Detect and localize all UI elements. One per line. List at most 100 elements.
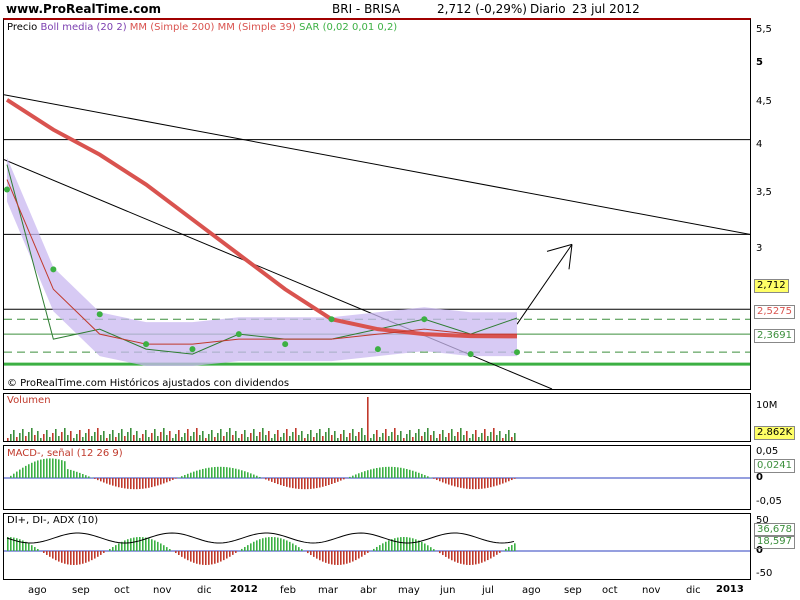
volume-bar-99: [304, 438, 306, 441]
macd-bar-132: [403, 468, 405, 478]
price-tick-4: 4: [756, 139, 763, 150]
macd-bar-109: [334, 478, 336, 483]
dmi-bar-51: [160, 543, 162, 551]
volume-bar-32: [103, 431, 105, 441]
macd-bar-125: [382, 467, 384, 478]
volume-bar-102: [313, 437, 315, 441]
volume-bar-100: [307, 434, 309, 441]
dmi-bar-92: [283, 539, 285, 551]
macd-bar-145: [442, 478, 444, 483]
symbol-name: BRI - BRISA: [332, 2, 401, 16]
dmi-bar-150: [457, 551, 459, 563]
sar-badge: 2,3691: [754, 329, 795, 343]
volume-bar-139: [424, 432, 426, 441]
macd-bar-102: [313, 478, 315, 489]
macd-bar-124: [379, 467, 381, 478]
dmi-bar-87: [268, 537, 270, 551]
macd-bar-25: [82, 474, 84, 478]
macd-bar-169: [514, 478, 516, 479]
volume-bar-15: [52, 433, 54, 441]
macd-bar-46: [145, 478, 147, 489]
volume-bar-41: [130, 428, 132, 441]
macd-bar-151: [460, 478, 462, 488]
macd-bar-75: [232, 468, 234, 478]
dmi-bar-44: [139, 537, 141, 551]
dmi-title: DI+, DI-, ADX (10): [7, 515, 99, 526]
volume-bar-1: [10, 434, 12, 441]
macd-bar-156: [475, 478, 477, 490]
macd-bar-48: [151, 478, 153, 488]
x-label-nov2: nov: [642, 585, 661, 596]
dmi-bar-115: [352, 551, 354, 562]
macd-bar-31: [100, 478, 102, 482]
macd-panel[interactable]: MACD-, señal (12 26 9): [3, 445, 751, 510]
volume-bar-73: [226, 432, 228, 441]
dmi-bar-79: [244, 546, 246, 551]
sar-point-0: [4, 186, 10, 193]
dmi-bar-81: [250, 543, 252, 551]
period-label: Diario: [530, 2, 566, 16]
volume-bar-55: [172, 438, 174, 441]
macd-bar-39: [124, 478, 126, 489]
site-name[interactable]: www.ProRealTime.com: [6, 2, 161, 16]
dmi-bar-80: [247, 545, 249, 551]
dmi-bar-134: [409, 537, 411, 551]
volume-bar-13: [46, 430, 48, 441]
macd-bar-63: [196, 470, 198, 478]
macd-bar-119: [364, 471, 366, 478]
macd-bar-43: [136, 478, 138, 490]
dmi-bar-56: [175, 551, 177, 554]
macd-bar-127: [388, 466, 390, 478]
volume-tick-10m: 10M: [756, 400, 778, 411]
dmi-bar-148: [451, 551, 453, 561]
macd-bar-71: [220, 466, 222, 478]
macd-bar-147: [448, 478, 450, 485]
volume-bar-21: [70, 431, 72, 441]
dmi-bar-94: [289, 541, 291, 551]
dmi-bar-23: [76, 551, 78, 565]
volume-bar-16: [55, 429, 57, 441]
price-panel[interactable]: Precio Boll media (20 2) MM (Simple 200)…: [3, 18, 751, 390]
dmi-bar-9: [34, 547, 36, 551]
macd-tick-zero: 0: [756, 472, 763, 483]
sar-point-5: [235, 331, 242, 338]
volume-bar-5: [22, 429, 24, 441]
volume-bar-81: [250, 433, 252, 441]
dmi-bar-149: [454, 551, 456, 562]
volume-bar-60: [187, 429, 189, 441]
macd-bar-108: [331, 478, 333, 485]
dmi-bar-164: [499, 551, 501, 553]
macd-bar-99: [304, 478, 306, 490]
volume-bar-67: [208, 434, 210, 441]
last-price-badge: 2,712: [754, 279, 789, 293]
volume-bar-71: [220, 429, 222, 441]
dmi-bar-4: [19, 539, 21, 551]
macd-bar-82: [253, 474, 255, 478]
volume-bar-76: [235, 431, 237, 441]
volume-bar-152: [463, 435, 465, 441]
volume-bar-169: [514, 433, 516, 441]
volume-bar-37: [118, 433, 120, 441]
dmi-panel[interactable]: DI+, DI-, ADX (10): [3, 513, 751, 580]
price-chart: [4, 94, 750, 389]
macd-tick-bottom: -0,05: [756, 496, 782, 507]
dmi-bar-169: [514, 543, 516, 551]
dmi-bar-63: [196, 551, 198, 564]
macd-bar-67: [208, 467, 210, 478]
dmi-bar-69: [214, 551, 216, 564]
volume-bar-38: [121, 429, 123, 441]
macd-bar-137: [418, 472, 420, 478]
macd-bar-114: [349, 476, 351, 478]
macd-bar-76: [235, 468, 237, 478]
macd-bar-115: [352, 475, 354, 478]
dmi-bar-125: [382, 543, 384, 551]
dmi-bar-114: [349, 551, 351, 563]
x-label-2013: 2013: [716, 584, 744, 595]
volume-bar-104: [319, 429, 321, 441]
macd-bar-116: [355, 474, 357, 478]
dmi-bar-84: [259, 539, 261, 551]
volume-panel[interactable]: Volumen: [3, 393, 751, 442]
dmi-bar-52: [163, 545, 165, 551]
dmi-bar-37: [118, 543, 120, 551]
dmi-bar-31: [100, 551, 102, 555]
